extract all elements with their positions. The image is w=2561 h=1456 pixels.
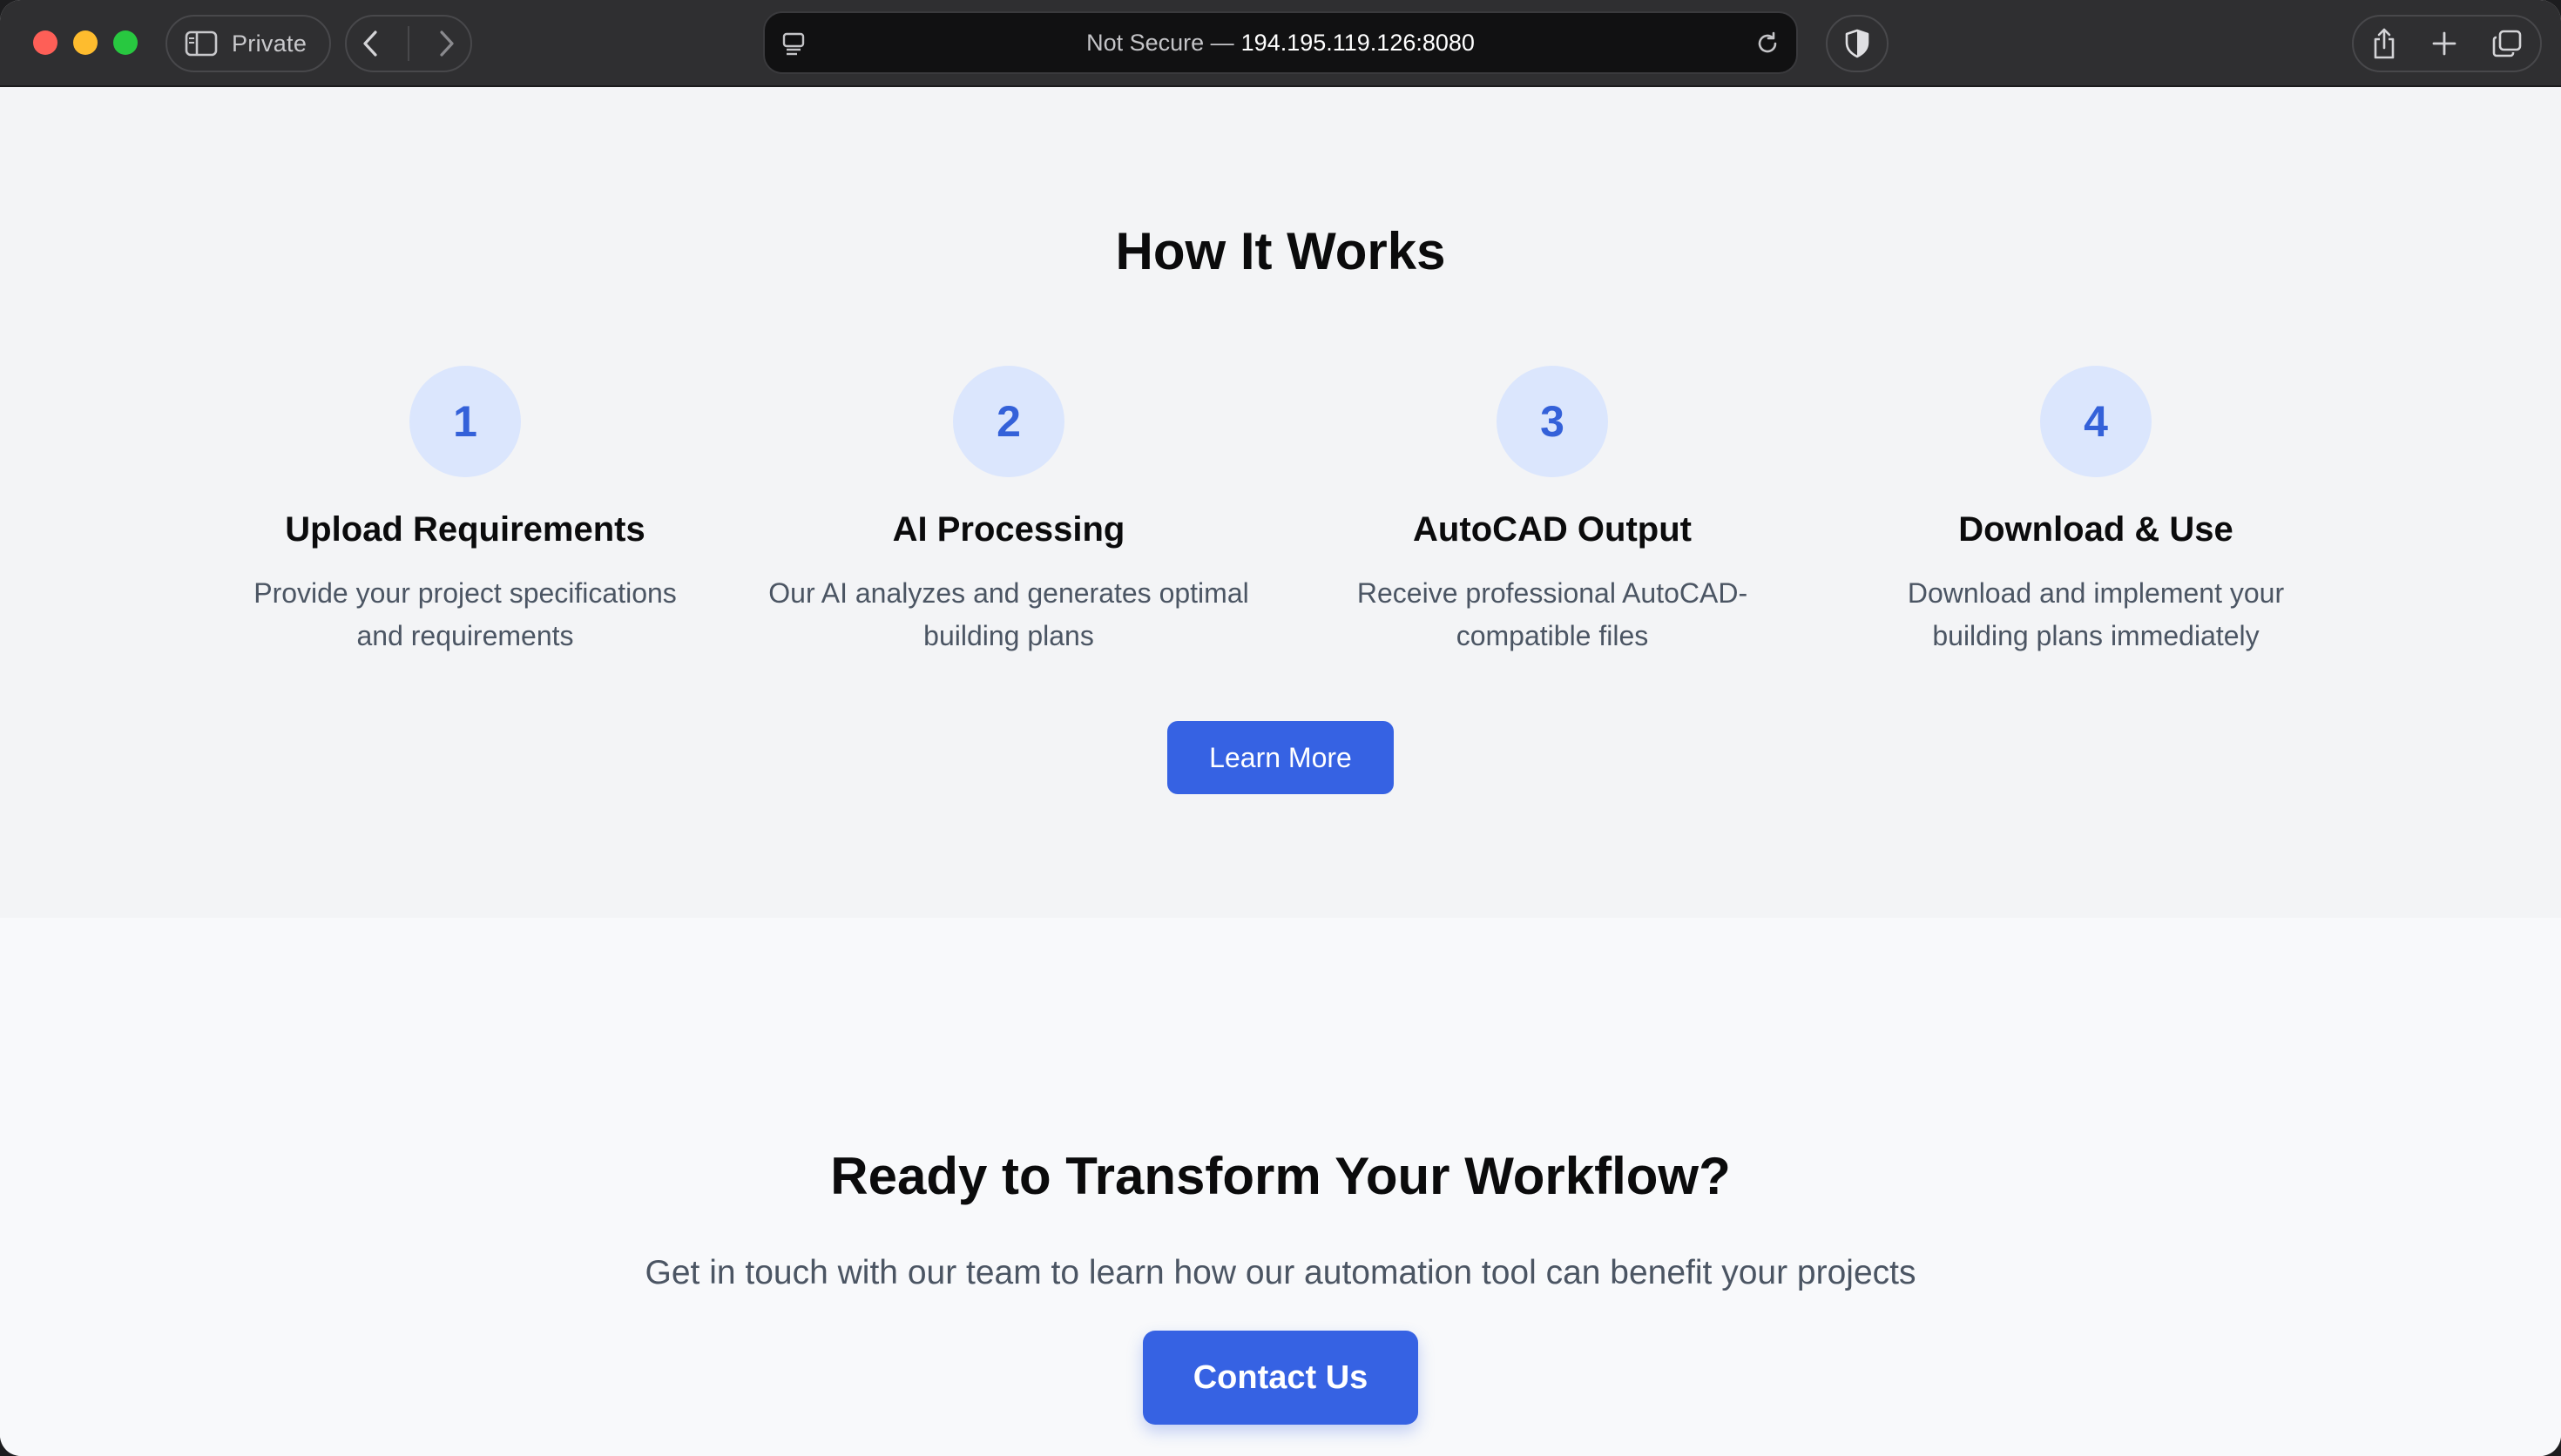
shield-icon [1844,29,1870,58]
step-card-3: 3 AutoCAD Output Receive professional Au… [1291,366,1814,657]
step-description: Provide your project specifications and … [253,577,677,651]
address-security-text: Not Secure — [1086,29,1234,56]
browser-toolbar: Private Not Secure — 194.195.119.126:808… [0,0,2561,87]
step-title: AutoCAD Output [1413,510,1692,549]
page-menu-icon[interactable] [782,32,805,63]
nav-divider [408,26,409,61]
back-icon[interactable] [361,30,380,57]
step-card-4: 4 Download & Use Download and implement … [1835,366,2357,657]
step-number: 3 [1497,366,1608,477]
step-title: Upload Requirements [285,510,645,549]
step-title: AI Processing [892,510,1125,549]
cta-title: Ready to Transform Your Workflow? [830,1147,1731,1205]
cta-section: Ready to Transform Your Workflow? Get in… [0,918,2561,1456]
step-description: Our AI analyzes and generates optimal bu… [768,577,1249,651]
sidebar-toggle-button[interactable]: Private [166,15,331,72]
address-bar[interactable]: Not Secure — 194.195.119.126:8080 [763,11,1798,74]
forward-icon[interactable] [437,30,456,57]
contact-us-button[interactable]: Contact Us [1143,1331,1418,1425]
step-card-2: 2 AI Processing Our AI analyzes and gene… [747,366,1270,657]
tabs-overview-icon[interactable] [2491,29,2523,58]
step-description: Download and implement your building pla… [1907,577,2285,651]
learn-more-button[interactable]: Learn More [1167,721,1394,794]
step-number: 2 [953,366,1064,477]
toolbar-actions [2352,15,2542,72]
minimize-window-button[interactable] [73,30,98,55]
navigation-controls [345,15,472,72]
page-content: How It Works 1 Upload Requirements Provi… [0,87,2561,1456]
how-it-works-section: How It Works 1 Upload Requirements Provi… [0,87,2561,918]
close-window-button[interactable] [33,30,57,55]
new-tab-icon[interactable] [2431,30,2457,57]
zoom-window-button[interactable] [113,30,138,55]
share-icon[interactable] [2371,27,2397,60]
reload-icon[interactable] [1754,30,1781,63]
cta-subtitle: Get in touch with our team to learn how … [645,1254,1916,1291]
step-description: Receive professional AutoCAD-compatible … [1356,577,1748,651]
browser-window: Private Not Secure — 194.195.119.126:808… [0,0,2561,1456]
step-number: 4 [2040,366,2152,477]
how-it-works-title: How It Works [1115,222,1446,280]
address-host: 194.195.119.126:8080 [1240,29,1475,56]
step-card-1: 1 Upload Requirements Provide your proje… [204,366,726,657]
private-label: Private [232,30,307,57]
step-title: Download & Use [1958,510,2233,549]
privacy-report-button[interactable] [1826,15,1889,72]
step-number: 1 [409,366,521,477]
sidebar-icon [185,30,218,57]
